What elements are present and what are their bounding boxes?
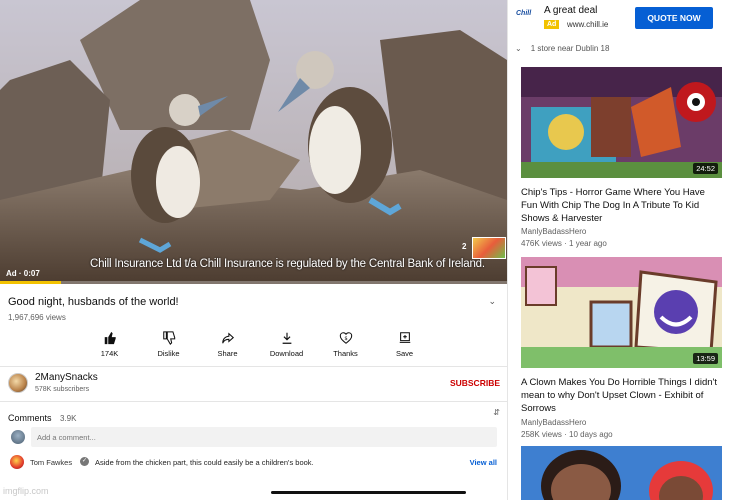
share-label: Share [217,349,238,358]
commenter-avatar [10,455,24,469]
thumbnail-image [521,446,722,500]
ad-url[interactable]: www.chill.ie [567,20,608,29]
related-meta: 258K views · 10 days ago [521,430,613,439]
divider [0,366,507,367]
related-meta: 476K views · 1 year ago [521,239,607,248]
comment-text: Aside from the chicken part, this could … [95,458,314,467]
video-player[interactable]: Chill Insurance Ltd t/a Chill Insurance … [0,0,507,284]
verified-check-icon: ✓ [80,457,89,466]
thanks-button[interactable]: $ Thanks [316,331,375,358]
home-indicator[interactable] [271,491,466,494]
related-thumbnail[interactable] [521,446,722,500]
chill-logo: Chill [516,10,532,17]
action-row: 174K Dislike Share Download $ Thanks Sav… [80,331,434,358]
video-title-row[interactable]: Good night, husbands of the world! ⌄ [8,296,500,308]
ad-headline: A great deal [544,5,598,16]
channel-row[interactable]: 2ManySnacks 578K subscribers SUBSCRIBE [8,371,500,397]
expand-collapse-icon[interactable]: ⇵ [493,408,500,417]
sidebar-ad[interactable]: Chill A great deal Ad www.chill.ie QUOTE… [508,0,737,36]
top-comment[interactable]: Tom Fawkes ✓ Aside from the chicken part… [10,455,500,469]
related-thumbnail[interactable]: 24:52 [521,67,722,178]
related-channel: ManlyBadassHero [521,418,587,427]
related-video-title[interactable]: A Clown Makes You Do Horrible Things I d… [521,376,721,415]
save-label: Save [395,349,414,358]
thumbnail-image [521,67,722,178]
thumbs-up-icon [104,331,116,345]
progress-fill [0,281,61,284]
video-duration: 24:52 [693,163,718,174]
save-icon [399,332,410,343]
channel-name[interactable]: 2ManySnacks [35,372,98,383]
view-count: 1,967,696 views [8,313,66,322]
save-button[interactable]: Save [375,331,434,358]
comment-author: Tom Fawkes [30,458,73,467]
add-comment-input[interactable]: Add a comment... [31,427,497,447]
ad-count: 2 [462,242,467,251]
related-channel: ManlyBadassHero [521,227,587,236]
download-label: Download [269,349,304,358]
store-location-row[interactable]: ⌄ 1 store near Dublin 18 [515,44,609,53]
imgflip-watermark: imgflip.com [3,486,49,496]
chevron-down-icon[interactable]: ⌄ [488,296,496,307]
dislike-label: Dislike [157,349,180,358]
comments-header[interactable]: Comments 3.9K ⇵ [8,408,500,426]
user-avatar [11,430,25,444]
ad-timer: Ad · 0:07 [6,269,40,278]
thumbs-down-icon [162,331,175,345]
share-button[interactable]: Share [198,331,257,358]
ad-thumbnail[interactable] [472,237,506,259]
store-location: 1 store near Dublin 18 [530,44,610,53]
download-button[interactable]: Download [257,331,316,358]
chevron-down-icon: ⌄ [515,44,522,53]
thumbnail-image [521,257,722,368]
dislike-button[interactable]: Dislike [139,331,198,358]
video-frame-boobies [0,0,507,284]
thanks-label: Thanks [333,349,358,358]
ad-caption: Chill Insurance Ltd t/a Chill Insurance … [90,258,485,270]
comments-count: 3.9K [59,414,77,423]
related-thumbnail[interactable]: 13:59 [521,257,722,368]
column-divider [507,0,508,500]
progress-bar[interactable] [0,281,507,284]
view-all-comments-link[interactable]: View all [470,458,497,467]
video-duration: 13:59 [693,353,718,364]
quote-now-button[interactable]: QUOTE NOW [635,7,713,29]
subscribe-button[interactable]: SUBSCRIBE [450,378,500,388]
like-count: 174K [100,349,119,358]
ad-badge: Ad [544,20,560,29]
video-title: Good night, husbands of the world! [8,296,179,308]
download-icon [282,332,291,344]
thanks-icon: $ [339,332,352,344]
comments-label: Comments [8,413,52,423]
svg-text:$: $ [344,336,347,342]
related-video-title[interactable]: Chip's Tips - Horror Game Where You Have… [521,186,721,225]
subscriber-count: 578K subscribers [35,386,90,393]
divider [0,401,507,402]
channel-avatar[interactable] [8,373,28,393]
share-icon [221,332,234,344]
like-button[interactable]: 174K [80,331,139,358]
